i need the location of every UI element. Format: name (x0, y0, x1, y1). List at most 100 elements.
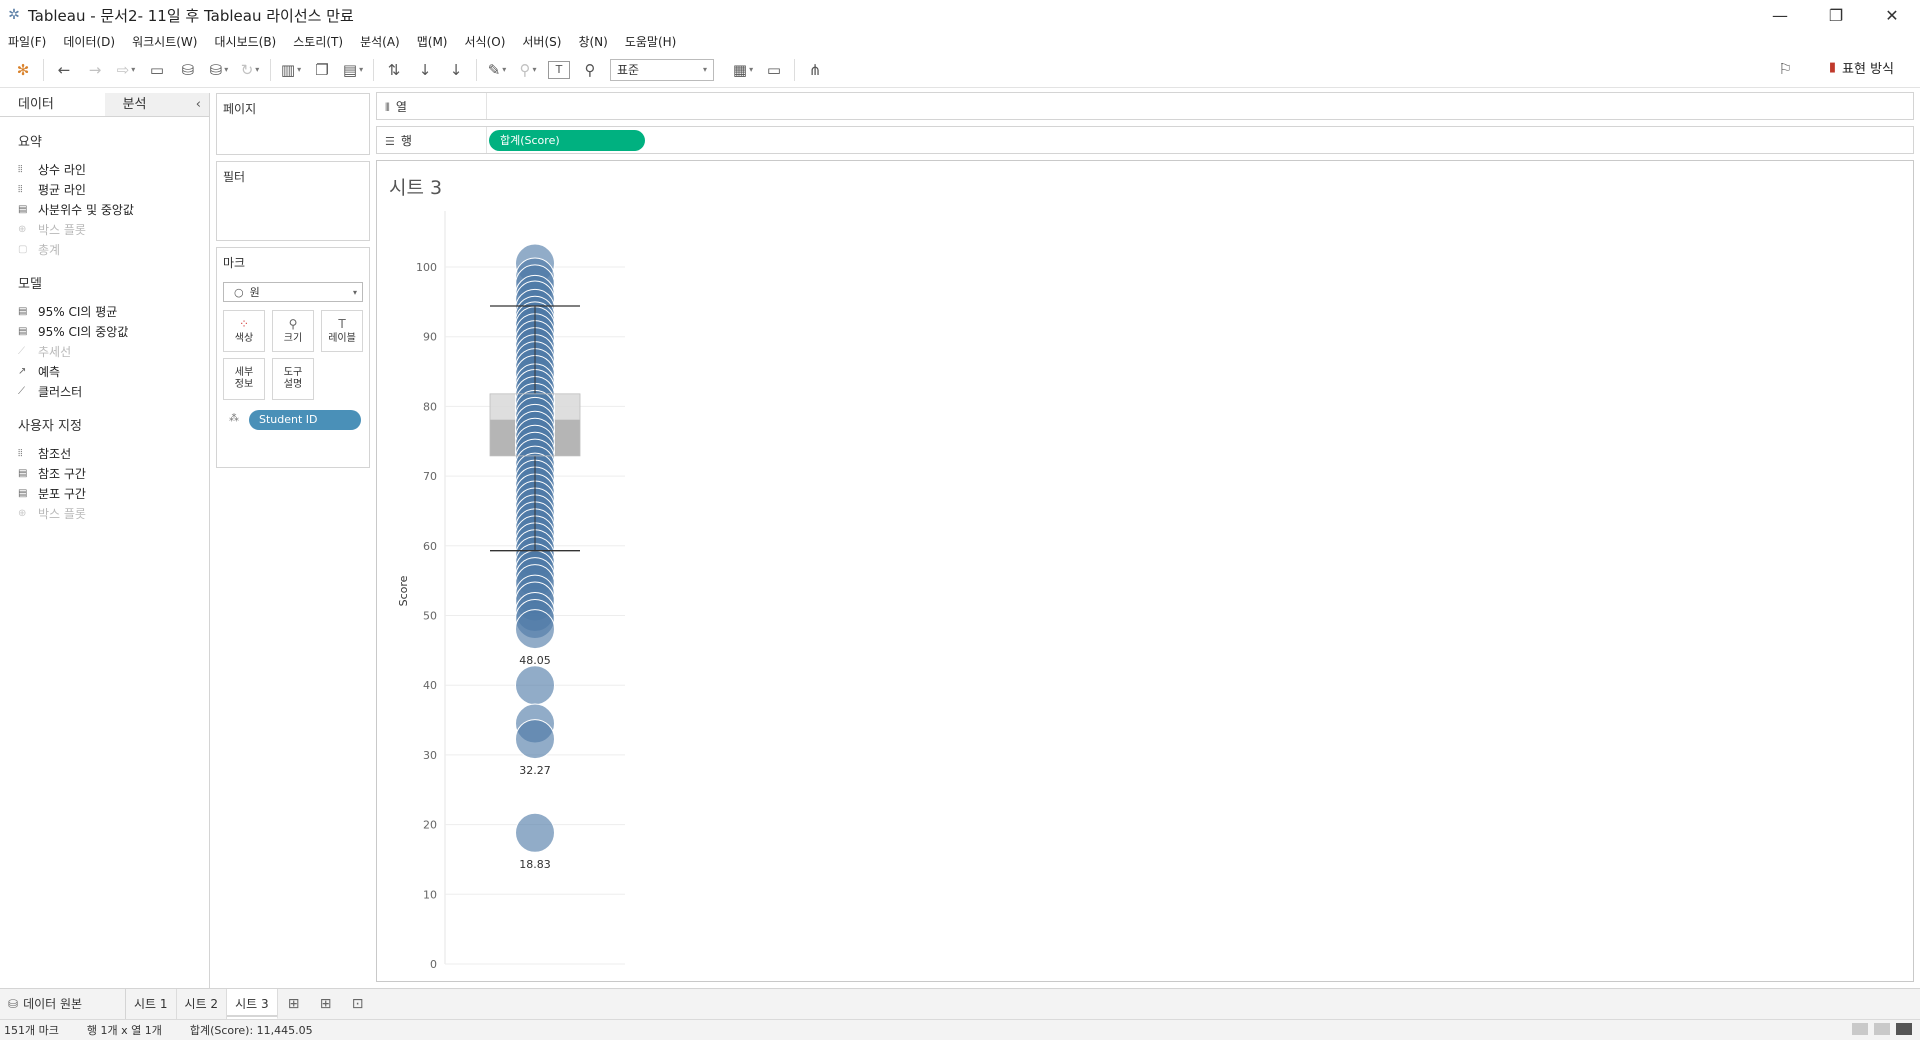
share-icon[interactable]: ⋔ (804, 58, 826, 82)
data-source-tab[interactable]: ⛁ 데이터 원본 (0, 988, 126, 1020)
new-worksheet-icon[interactable]: ▥ ▾ (280, 58, 302, 82)
filmstrip-view-icon[interactable] (1874, 1023, 1890, 1035)
menu-file[interactable]: 파일(F) (8, 33, 46, 50)
duplicate-sheet-icon[interactable]: ❐ (311, 58, 333, 82)
menu-story[interactable]: 스토리(T) (293, 33, 343, 50)
detail-button[interactable]: 세부 정보 (223, 358, 265, 400)
group-members-icon[interactable]: ⚲ ▾ (517, 58, 539, 82)
menu-analysis[interactable]: 분석(A) (360, 33, 400, 50)
tab-view-icon[interactable] (1896, 1023, 1912, 1035)
filters-card[interactable]: 필터 (216, 161, 370, 241)
save-icon[interactable]: ▭ (146, 58, 168, 82)
replay-animation-icon[interactable]: ⇨ ▾ (115, 58, 137, 82)
size-icon: ⚲ (288, 316, 298, 331)
status-rows-cols: 행 1개 x 열 1개 (86, 1024, 162, 1037)
analysis-item[interactable]: ↗ 예측 (18, 361, 209, 381)
analysis-item[interactable]: ▤ 95% CI의 중앙값 (18, 321, 209, 341)
menu-window[interactable]: 창(N) (578, 33, 607, 50)
show-mark-labels-icon[interactable]: T (548, 60, 570, 79)
show-cards-icon[interactable]: ▦ ▾ (732, 58, 754, 82)
rows-shelf-label: ☰ 행 (385, 134, 412, 148)
reference-line-icon: ⦙⦙ (18, 447, 23, 459)
y-tick-label: 60 (423, 540, 437, 553)
sort-descending-icon[interactable]: ↓ (445, 58, 467, 82)
rows-shelf[interactable]: ☰ 행 합계(Score) (376, 126, 1914, 154)
label-icon: T (338, 316, 346, 331)
viz-area[interactable]: 시트 3 0 10 20 30 40 50 60 70 80 90 100 Score 48.05 32.… (376, 160, 1914, 982)
data-point (515, 812, 555, 853)
analysis-item[interactable]: ⦙⦙ 평균 라인 (18, 179, 209, 199)
ci-mean-icon: ▤ (18, 305, 28, 317)
quartile-icon: ▤ (18, 203, 28, 215)
menu-worksheet[interactable]: 워크시트(W) (132, 33, 197, 50)
analysis-item[interactable]: ▤ 95% CI의 평균 (18, 301, 209, 321)
fit-select[interactable]: 표준 ▾ (610, 58, 714, 81)
undo-icon[interactable]: ← (53, 58, 75, 82)
presentation-mode-icon[interactable]: ▭ (763, 58, 785, 82)
new-story-tab-icon[interactable]: ⊡ (342, 989, 374, 1020)
columns-shelf[interactable]: ⦀ 열 (376, 92, 1914, 120)
close-button[interactable]: ✕ (1864, 0, 1920, 30)
label-button[interactable]: T 레이블 (321, 310, 363, 352)
cluster-icon: ⟋ (18, 385, 25, 397)
tab-data[interactable]: 데이터 (0, 93, 105, 116)
pages-card[interactable]: 페이지 (216, 93, 370, 155)
pin-icon[interactable]: ⚐ (1779, 60, 1792, 78)
mark-type-select[interactable]: ○ 원 ▾ (223, 282, 363, 302)
left-pane-tabs: 데이터 분석 ‹ (0, 93, 209, 117)
custom-section: 사용자 지정 ⦙⦙ 참조선 ▤ 참조 구간 ▤ 분포 구간 ⊕ 박스 플롯 (0, 415, 209, 523)
menu-bar: 파일(F) 데이터(D) 워크시트(W) 대시보드(B) 스토리(T) 분석(A… (0, 30, 1920, 52)
grid-view-icon[interactable] (1852, 1023, 1868, 1035)
tableau-home-icon[interactable]: ✻ (12, 58, 34, 82)
analysis-item[interactable]: ▤ 참조 구간 (18, 463, 209, 483)
student-id-pill[interactable]: Student ID (249, 410, 361, 430)
analysis-item[interactable]: ▤ 분포 구간 (18, 483, 209, 503)
tooltip-button[interactable]: 도구 설명 (272, 358, 314, 400)
size-button[interactable]: ⚲ 크기 (272, 310, 314, 352)
database-icon: ⛁ (8, 996, 19, 1011)
tab-sheet-3[interactable]: 시트 3 (227, 988, 278, 1020)
swap-rows-columns-icon[interactable]: ⇅ (383, 58, 405, 82)
model-section: 모델 ▤ 95% CI의 평균 ▤ 95% CI의 중앙값 ⟋ 추세선 ↗ 예측 ⟋ 클러… (0, 273, 209, 401)
color-button[interactable]: ⁘ 색상 (223, 310, 265, 352)
analysis-item: ⟋ 추세선 (18, 344, 72, 359)
collapse-pane-icon[interactable]: ‹ (196, 93, 201, 117)
y-tick-label: 50 (423, 610, 437, 623)
analysis-item[interactable]: ⟋ 클러스터 (18, 381, 209, 401)
sort-ascending-icon[interactable]: ↓ (414, 58, 436, 82)
fix-axes-icon[interactable]: ⚲ (579, 58, 601, 82)
show-me-icon: ▮ (1828, 60, 1837, 75)
menu-help[interactable]: 도움말(H) (625, 33, 677, 50)
tab-sheet-2[interactable]: 시트 2 (177, 988, 228, 1020)
menu-map[interactable]: 맵(M) (417, 33, 448, 50)
new-data-source-icon[interactable]: ⛁ (177, 58, 199, 82)
totals-icon: ▢ (18, 243, 28, 255)
menu-data[interactable]: 데이터(D) (63, 33, 115, 50)
tab-sheet-1[interactable]: 시트 1 (126, 988, 177, 1020)
tab-analysis[interactable]: 분석 (104, 93, 209, 116)
analysis-item[interactable]: ⦙⦙ 참조선 (18, 443, 209, 463)
score-pill[interactable]: 합계(Score) (489, 130, 645, 151)
minimize-button[interactable]: — (1752, 0, 1808, 30)
highlight-icon[interactable]: ✎ ▾ (486, 58, 508, 82)
mark-type-value: 원 (249, 286, 260, 299)
section-heading: 요약 (18, 135, 42, 150)
menu-dashboard[interactable]: 대시보드(B) (214, 33, 276, 50)
restore-button[interactable]: ❐ (1808, 0, 1864, 30)
clear-sheet-icon[interactable]: ▤ ▾ (342, 58, 364, 82)
columns-shelf-label: ⦀ 열 (385, 100, 407, 114)
title-bar: ✲ Tableau - 문서2- 11일 후 Tableau 라이선스 만료 —… (0, 0, 1920, 30)
fit-select-value: 표준 (617, 63, 640, 77)
menu-server[interactable]: 서버(S) (522, 33, 561, 50)
menu-format[interactable]: 서식(O) (465, 33, 506, 50)
data-label: 18.83 (519, 858, 551, 871)
redo-icon[interactable]: → (84, 58, 106, 82)
show-me-button[interactable]: ▮ 표현 방식 (1829, 58, 1894, 77)
new-dashboard-tab-icon[interactable]: ⊞ (310, 989, 342, 1020)
analysis-item[interactable]: ⦙⦙ 상수 라인 (18, 159, 209, 179)
window-controls: — ❐ ✕ (1752, 0, 1920, 30)
refresh-icon[interactable]: ↻ ▾ (239, 58, 261, 82)
analysis-item[interactable]: ▤ 사분위수 및 중앙값 (18, 199, 209, 219)
new-worksheet-tab-icon[interactable]: ⊞ (278, 989, 310, 1020)
pause-updates-icon[interactable]: ⛁ ▾ (208, 58, 230, 82)
